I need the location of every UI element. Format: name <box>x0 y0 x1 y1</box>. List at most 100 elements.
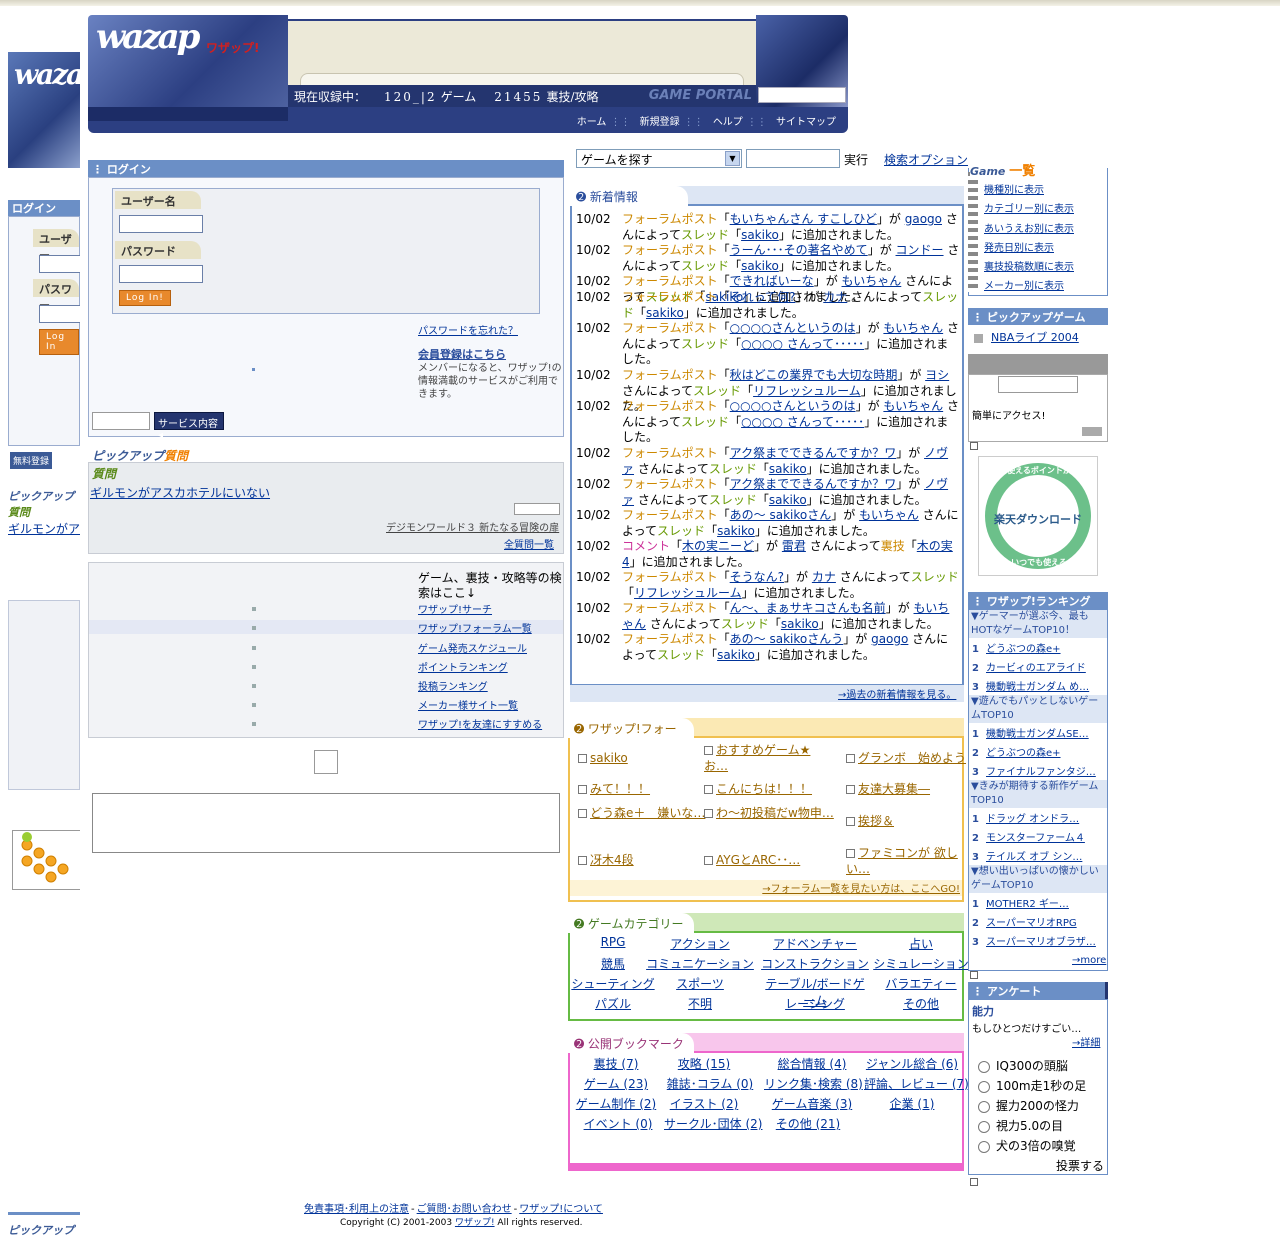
ranking-item[interactable]: 1 機動戦士ガンダムSE… <box>972 725 1089 740</box>
news-title-link[interactable]: ○○○○さんというのは <box>730 399 856 413</box>
news-thread-link[interactable]: ○○○○ さんって･････ <box>741 337 864 351</box>
category-link[interactable]: アドベンチャー <box>760 935 870 952</box>
bookmark-link[interactable]: リンク集･検索 (8) <box>764 1075 863 1092</box>
ranking-item[interactable]: 2 スーパーマリオRPG <box>972 914 1077 929</box>
news-title-link[interactable]: うーん･･･その著名やめて <box>730 243 868 257</box>
service-button[interactable]: サービス内容◂ <box>154 412 224 441</box>
rakuten-download-ad[interactable]: すぐ使えるポイントが貯まる! 楽天ダウンロード いつでも使える <box>978 456 1098 576</box>
ranking-item-link[interactable]: スーパーマリオブラザ… <box>986 937 1096 948</box>
news-thread-link[interactable]: sakiko <box>769 493 807 507</box>
radio-icon[interactable] <box>978 1060 990 1073</box>
news-title-link[interactable]: あの～ sakikoさんう <box>730 632 844 646</box>
bookmark-link[interactable]: 総合情報 (4) <box>764 1055 860 1072</box>
news-thread-link[interactable]: ○○○○ さんって･････ <box>741 415 864 429</box>
bookmark-link[interactable]: イベント (0) <box>570 1115 666 1132</box>
bookmark-link[interactable]: ゲーム (23) <box>568 1075 664 1092</box>
category-link[interactable]: シミュレーション <box>866 955 976 972</box>
ranking-item-link[interactable]: MOTHER2 ギー… <box>986 899 1069 910</box>
ranking-item-link[interactable]: 機動戦士ガンダムSE… <box>986 729 1089 740</box>
past-news-link[interactable]: →過去の新着情報を見る。 <box>838 686 956 701</box>
news-user-link[interactable]: カナ <box>823 290 847 304</box>
ghost-free-register-button[interactable]: 無料登録 <box>10 452 53 469</box>
forum-list-link[interactable]: →フォーラム一覧を見たい方は、ここへGO! <box>762 884 960 895</box>
forum-item[interactable]: みて！！！ <box>578 781 708 797</box>
menu-item-post-ranking[interactable]: 投稿ランキング <box>418 678 488 693</box>
bookmark-link[interactable]: サークル･団体 (2) <box>664 1115 762 1132</box>
news-title-link[interactable]: 秋はどこの業界でも大切な時期 <box>730 368 898 382</box>
nav-home[interactable]: ホーム <box>577 117 607 128</box>
ranking-item[interactable]: 3 テイルズ オブ シン… <box>972 848 1082 863</box>
access-button[interactable] <box>1082 427 1102 436</box>
footer-disclaimer-link[interactable]: 免責事項･利用上の注意 <box>304 1204 409 1215</box>
bookmark-link[interactable]: 評論、レビュー (7) <box>864 1075 969 1092</box>
ranking-item-link[interactable]: どうぶつの森e+ <box>986 644 1061 655</box>
news-thread-link[interactable]: リフレッシュルーム <box>753 384 861 398</box>
survey-option[interactable]: 視力5.0の目 <box>978 1117 1063 1134</box>
news-thread-link[interactable]: リフレッシュルーム <box>634 586 742 600</box>
forgot-password-link[interactable]: パスワードを忘れた？ <box>418 322 518 337</box>
ranking-item[interactable]: 3 機動戦士ガンダム め… <box>972 678 1089 693</box>
ranking-item-link[interactable]: モンスターファーム４ <box>986 833 1085 844</box>
search-go-button[interactable]: 実行 <box>844 151 868 168</box>
ranking-more-link[interactable]: →more <box>1072 955 1106 966</box>
bookmark-link[interactable]: ゲーム制作 (2) <box>568 1095 664 1112</box>
footer-contact-link[interactable]: ご質問･お問い合わせ <box>417 1204 512 1215</box>
question-game-name[interactable]: デジモンワールド３ 新たなる冒険の扉 <box>386 519 559 534</box>
news-thread-link[interactable]: sakiko <box>717 648 755 662</box>
search-options-link[interactable]: 検索オプション <box>884 151 968 168</box>
news-user-link[interactable]: もいちゃん <box>842 274 902 288</box>
ranking-item-link[interactable]: ファイナルファンタジ… <box>986 767 1096 778</box>
radio-icon[interactable] <box>978 1120 990 1133</box>
bookmark-link[interactable]: 攻略 (15) <box>656 1055 752 1072</box>
ranking-item[interactable]: 1 どうぶつの森e+ <box>972 640 1061 655</box>
ranking-item-link[interactable]: どうぶつの森e+ <box>986 748 1061 759</box>
survey-option[interactable]: IQ300の頭脳 <box>978 1057 1068 1074</box>
news-title-link[interactable]: 木の実ニーど <box>682 539 754 553</box>
news-title-link[interactable]: ん～、まぁサキコさんも名前 <box>730 601 886 615</box>
bookmark-link[interactable]: 雑誌･コラム (0) <box>662 1075 758 1092</box>
ranking-item[interactable]: 2 どうぶつの森e+ <box>972 744 1061 759</box>
ranking-item-link[interactable]: スーパーマリオRPG <box>986 918 1077 929</box>
all-questions-link[interactable]: 全質問一覧 <box>504 536 554 551</box>
radio-icon[interactable] <box>978 1080 990 1093</box>
news-user-link[interactable]: カナ <box>812 570 836 584</box>
forum-item[interactable]: 挨拶＆ <box>846 813 976 829</box>
ranking-item-link[interactable]: 機動戦士ガンダム め… <box>986 682 1089 693</box>
category-link[interactable]: スポーツ <box>645 975 755 992</box>
forum-item[interactable]: 友達大募集― <box>846 781 976 797</box>
news-thread-link[interactable]: sakiko <box>769 462 807 476</box>
news-thread-link[interactable]: sakiko <box>741 259 779 273</box>
menu-item-schedule[interactable]: ゲーム発売スケジュール <box>418 640 527 655</box>
forum-item[interactable]: ファミコンが 欲しい… <box>846 845 976 877</box>
forum-item[interactable]: AYGとARC･･… <box>704 852 834 868</box>
login-button[interactable]: Log In! <box>119 290 171 306</box>
survey-option[interactable]: 握力200の怪力 <box>978 1097 1079 1114</box>
game-list-by-platform[interactable]: 機種別に表示 <box>984 181 1044 196</box>
nav-help[interactable]: ヘルプ <box>713 117 743 128</box>
category-link[interactable]: コミュニケーション <box>645 955 755 972</box>
survey-detail-link[interactable]: →詳細 <box>1072 1034 1100 1049</box>
bookmark-link[interactable]: イラスト (2) <box>656 1095 752 1112</box>
game-list-by-kana[interactable]: あいうえお別に表示 <box>984 220 1074 235</box>
news-title-link[interactable]: それって何? <box>730 290 796 304</box>
bookmark-link[interactable]: ジャンル総合 (6) <box>864 1055 960 1072</box>
category-link[interactable]: その他 <box>866 995 976 1012</box>
news-user-link[interactable]: ヨシ <box>925 368 949 382</box>
pickup-game-item[interactable]: NBAライブ 2004 <box>974 329 1079 345</box>
game-list-by-maker[interactable]: メーカー別に表示 <box>984 277 1064 292</box>
ghost-user-input[interactable] <box>39 255 80 273</box>
game-search-select[interactable]: ゲームを探す ▼ <box>576 149 742 168</box>
ghost-login-button[interactable]: Log In <box>39 329 79 355</box>
category-link[interactable]: バラエティー <box>866 975 976 992</box>
ranking-item[interactable]: 1 ドラッグ オンドラ… <box>972 810 1079 825</box>
news-title-link[interactable]: ○○○○さんというのは <box>730 321 856 335</box>
menu-item-point-ranking[interactable]: ポイントランキング <box>418 659 508 674</box>
question-link[interactable]: ギルモンがアスカホテルにいない <box>90 484 270 501</box>
nav-sitemap[interactable]: サイトマップ <box>776 117 836 128</box>
forum-item[interactable]: グランボ 始めよう <box>846 750 976 766</box>
category-link[interactable]: アクション <box>645 935 755 952</box>
game-list-by-category[interactable]: カテゴリー別に表示 <box>984 200 1074 215</box>
news-thread-link[interactable]: sakiko <box>741 228 779 242</box>
forum-item[interactable]: 冴木4段 <box>578 852 708 868</box>
menu-item-forum-list[interactable]: ワザップ!フォーラム一覧 <box>418 620 532 635</box>
